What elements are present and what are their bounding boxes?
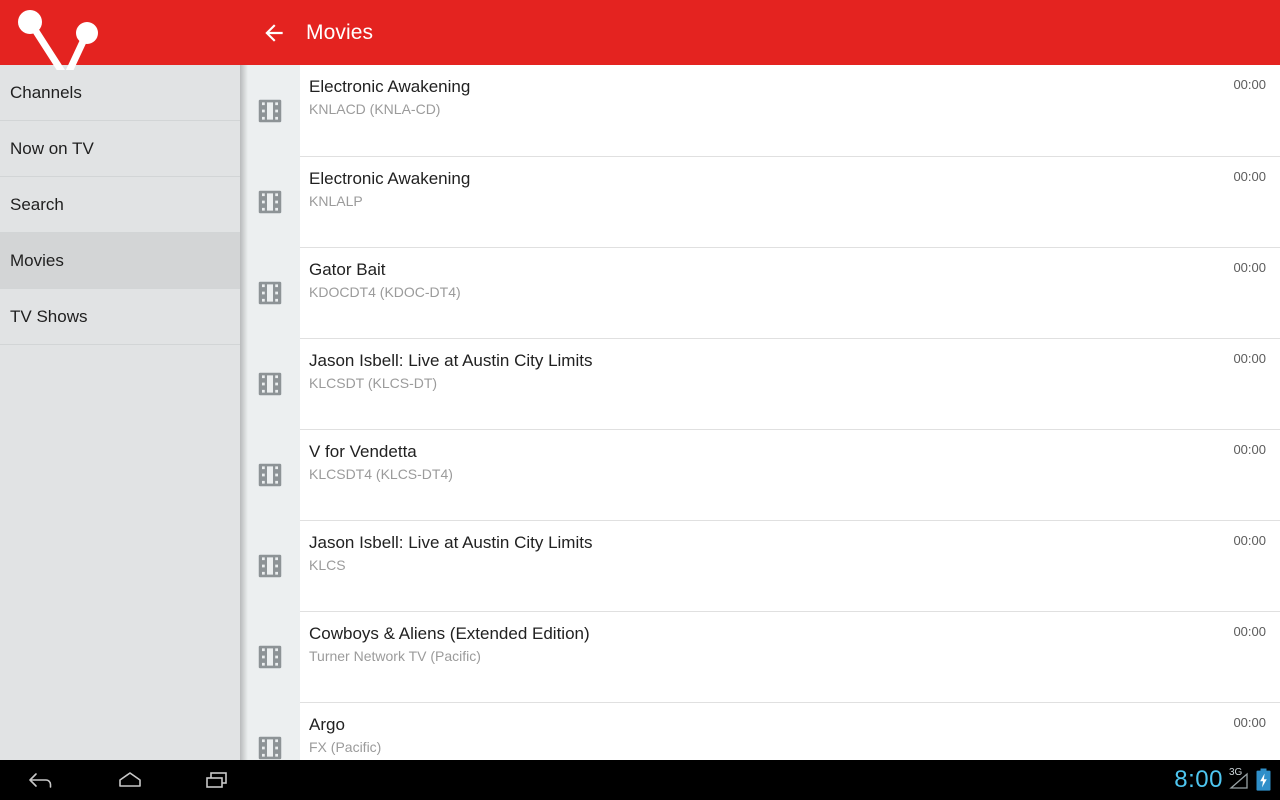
list-item-time: 00:00 xyxy=(1233,533,1266,548)
list-item-body: Jason Isbell: Live at Austin City Limits… xyxy=(300,338,1280,429)
list-item-subtitle: KNLACD (KNLA-CD) xyxy=(309,101,441,117)
system-clock: 8:00 xyxy=(1174,766,1223,793)
list-item-time: 00:00 xyxy=(1233,351,1266,366)
sidebar-item-now-on-tv[interactable]: Now on TV xyxy=(0,121,240,177)
sidebar-item-tv-shows[interactable]: TV Shows xyxy=(0,289,240,345)
title-area: Movies xyxy=(240,0,1280,65)
list-item-icon-column xyxy=(240,338,300,429)
film-strip-icon xyxy=(258,645,282,668)
list-item-subtitle: KNLALP xyxy=(309,193,363,209)
list-item[interactable]: V for Vendetta KLCSDT4 (KLCS-DT4) 00:00 xyxy=(240,429,1280,520)
list-item-body: V for Vendetta KLCSDT4 (KLCS-DT4) 00:00 xyxy=(300,429,1280,520)
home-icon xyxy=(119,772,141,787)
list-item[interactable]: Argo FX (Pacific) 00:00 xyxy=(240,702,1280,760)
sidebar-item-search[interactable]: Search xyxy=(0,177,240,233)
recents-icon xyxy=(206,772,227,788)
list-item-time: 00:00 xyxy=(1233,260,1266,275)
list-item-title: Gator Bait xyxy=(309,260,386,279)
list-item-time: 00:00 xyxy=(1233,169,1266,184)
list-item-body: Jason Isbell: Live at Austin City Limits… xyxy=(300,520,1280,611)
list-item[interactable]: Cowboys & Aliens (Extended Edition) Turn… xyxy=(240,611,1280,702)
list-item-subtitle: FX (Pacific) xyxy=(309,739,382,755)
antenna-v-logo-glyph xyxy=(18,10,98,70)
sidebar-empty-area xyxy=(0,345,240,760)
list-item[interactable]: Jason Isbell: Live at Austin City Limits… xyxy=(240,338,1280,429)
page-title: Movies xyxy=(306,20,374,44)
list-item-subtitle: KLCS xyxy=(309,557,346,573)
list-item-body: Cowboys & Aliens (Extended Edition) Turn… xyxy=(300,611,1280,702)
list-item-time: 00:00 xyxy=(1233,715,1266,730)
film-strip-icon xyxy=(258,99,282,122)
list-item-body: Argo FX (Pacific) 00:00 xyxy=(300,702,1280,760)
system-navigation-bar: 8:00 3G xyxy=(0,760,1280,800)
list-item-time: 00:00 xyxy=(1233,77,1266,92)
list-item-icon-column xyxy=(240,247,300,338)
list-item-icon-column xyxy=(240,65,300,156)
sidebar-item-label: TV Shows xyxy=(10,306,88,326)
sidebar-item-channels[interactable]: Channels xyxy=(0,65,240,121)
sidebar-item-label: Search xyxy=(10,194,64,214)
system-back-button[interactable] xyxy=(22,760,62,800)
app-top-bar: Movies xyxy=(0,0,1280,70)
list-item-title: Electronic Awakening xyxy=(309,169,471,188)
list-item-title: Jason Isbell: Live at Austin City Limits xyxy=(309,533,593,552)
list-item[interactable]: Jason Isbell: Live at Austin City Limits… xyxy=(240,520,1280,611)
antenna-v-logo xyxy=(0,0,240,70)
system-nav-buttons xyxy=(0,760,238,800)
list-item-subtitle: KLCSDT4 (KLCS-DT4) xyxy=(309,466,453,482)
film-strip-icon xyxy=(258,554,282,577)
list-item-subtitle: KDOCDT4 (KDOC-DT4) xyxy=(309,284,461,300)
list-item[interactable]: Gator Bait KDOCDT4 (KDOC-DT4) 00:00 xyxy=(240,247,1280,338)
list-item[interactable]: Electronic Awakening KNLALP 00:00 xyxy=(240,156,1280,247)
system-recents-button[interactable] xyxy=(198,760,238,800)
film-strip-icon xyxy=(258,190,282,213)
list-item-subtitle: KLCSDT (KLCS-DT) xyxy=(309,375,438,391)
film-strip-icon xyxy=(258,281,282,304)
list-item-time: 00:00 xyxy=(1233,624,1266,639)
app-window: Movies Channels Now on TV Search Movies … xyxy=(0,0,1280,760)
list-item-body: Electronic Awakening KNLALP 00:00 xyxy=(300,156,1280,247)
movies-list[interactable]: Electronic Awakening KNLACD (KNLA-CD) 00… xyxy=(240,65,1280,760)
list-item-icon-column xyxy=(240,702,300,760)
list-item-icon-column xyxy=(240,429,300,520)
navigation-drawer: Channels Now on TV Search Movies TV Show… xyxy=(0,65,240,760)
network-type-label: 3G xyxy=(1229,767,1243,778)
back-button[interactable] xyxy=(248,7,300,59)
sidebar-item-label: Now on TV xyxy=(10,138,94,158)
list-item-subtitle: Turner Network TV (Pacific) xyxy=(309,648,481,664)
list-item-icon-column xyxy=(240,156,300,247)
list-item-body: Electronic Awakening KNLACD (KNLA-CD) 00… xyxy=(300,65,1280,156)
list-item-body: Gator Bait KDOCDT4 (KDOC-DT4) 00:00 xyxy=(300,247,1280,338)
sidebar-item-movies[interactable]: Movies xyxy=(0,233,240,289)
sidebar-item-label: Movies xyxy=(10,250,64,270)
list-item-title: Electronic Awakening xyxy=(309,77,471,96)
film-strip-icon xyxy=(258,372,282,395)
system-status-area: 8:00 3G xyxy=(1174,760,1272,800)
list-item-title: Cowboys & Aliens (Extended Edition) xyxy=(309,624,590,643)
signal-indicator: 3G xyxy=(1228,768,1250,792)
battery-charging-icon xyxy=(1256,768,1271,791)
list-item-title: V for Vendetta xyxy=(309,442,417,461)
film-strip-icon xyxy=(258,463,282,486)
list-item-icon-column xyxy=(240,611,300,702)
list-item-title: Argo xyxy=(309,715,345,734)
system-home-button[interactable] xyxy=(110,760,150,800)
arrow-left-icon xyxy=(265,23,283,42)
list-item-title: Jason Isbell: Live at Austin City Limits xyxy=(309,351,593,370)
list-item-icon-column xyxy=(240,520,300,611)
film-strip-icon xyxy=(258,736,282,759)
sidebar-item-label: Channels xyxy=(10,82,82,102)
back-icon xyxy=(29,773,52,788)
list-item-time: 00:00 xyxy=(1233,442,1266,457)
list-item[interactable]: Electronic Awakening KNLACD (KNLA-CD) 00… xyxy=(240,65,1280,156)
